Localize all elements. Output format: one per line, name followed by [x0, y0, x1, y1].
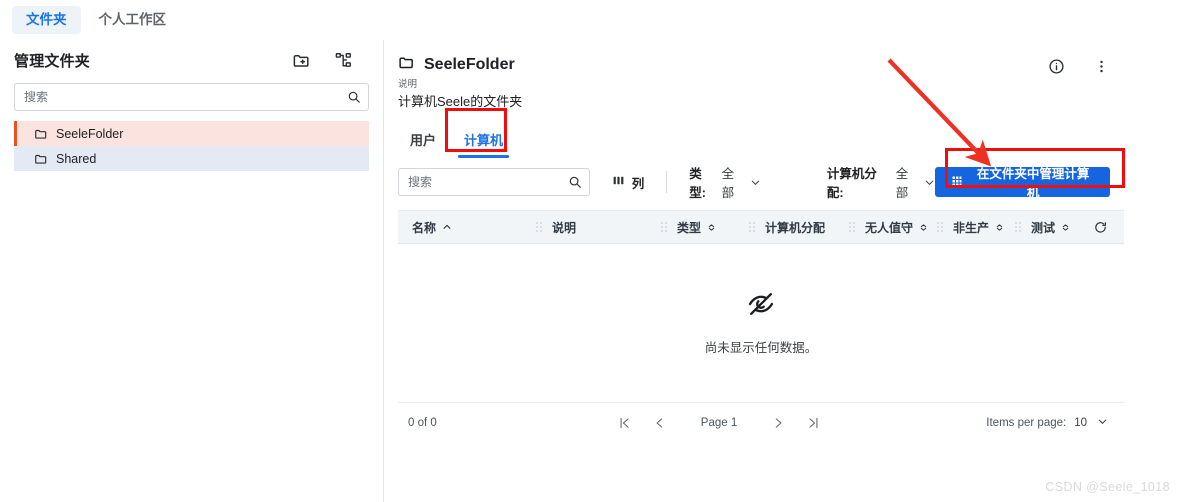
sort-toggle-icon — [995, 222, 1004, 233]
manage-computers-in-folder-button[interactable]: 在文件夹中管理计算机 — [935, 167, 1110, 197]
main-header-actions — [1048, 54, 1184, 80]
filter-assignment-value: 全部 — [896, 163, 920, 201]
description-label: 说明 — [398, 80, 1048, 90]
sort-ascending-icon — [442, 222, 452, 232]
sidebar-title: 管理文件夹 — [14, 50, 90, 71]
chevron-down-icon — [924, 177, 935, 188]
folder-hierarchy-icon[interactable] — [333, 51, 353, 71]
sidebar-item-label: Shared — [56, 152, 96, 166]
pagination-page-label: Page 1 — [701, 417, 737, 429]
sidebar-search — [14, 83, 369, 111]
sort-toggle-icon — [919, 222, 928, 233]
main-panel: SeeleFolder 说明 计算机Seele的文件夹 用户 — [384, 40, 1184, 502]
csdn-watermark: CSDN @Seele_1018 — [1045, 480, 1170, 494]
column-header-label: 计算机分配 — [765, 219, 825, 236]
description-value: 计算机Seele的文件夹 — [398, 91, 1048, 110]
column-header-label: 名称 — [412, 219, 436, 236]
column-drag-handle[interactable] — [749, 222, 755, 232]
sidebar-item-label: SeeleFolder — [56, 127, 123, 141]
last-page-icon[interactable] — [799, 408, 829, 438]
table-header-row: 名称 说明 类型 计 — [398, 211, 1124, 244]
column-drag-handle[interactable] — [937, 222, 943, 232]
sort-toggle-icon — [1061, 222, 1070, 233]
column-drag-handle[interactable] — [661, 222, 667, 232]
manage-computers-button-label: 在文件夹中管理计算机 — [972, 163, 1094, 201]
sidebar: 管理文件夹 — [0, 40, 383, 502]
top-tab-personal-workspace[interactable]: 个人工作区 — [85, 6, 181, 34]
sidebar-item-seelefolder[interactable]: SeeleFolder — [14, 121, 369, 146]
folder-tree: SeeleFolder Shared — [14, 121, 369, 171]
app-root: 文件夹 个人工作区 管理文件夹 — [0, 0, 1184, 502]
empty-state-message: 尚未显示任何数据。 — [705, 337, 818, 356]
items-per-page-label: Items per page: — [986, 417, 1066, 429]
filter-computer-assignment[interactable]: 计算机分配: 全部 — [827, 163, 935, 201]
table-empty-state: 尚未显示任何数据。 — [398, 244, 1124, 402]
chevron-down-icon — [1097, 416, 1108, 430]
sidebar-item-shared[interactable]: Shared — [14, 146, 369, 171]
computers-table: 名称 说明 类型 计 — [398, 210, 1124, 442]
sort-toggle-icon — [707, 222, 716, 233]
info-icon[interactable] — [1048, 58, 1065, 80]
eye-off-icon — [747, 290, 775, 323]
tab-users[interactable]: 用户 — [398, 124, 448, 158]
filter-type-key: 类型: — [689, 163, 717, 201]
column-header-label: 非生产 — [953, 219, 989, 236]
column-drag-handle[interactable] — [1015, 222, 1021, 232]
sidebar-header: 管理文件夹 — [0, 40, 383, 79]
main-header-info: SeeleFolder 说明 计算机Seele的文件夹 — [398, 54, 1048, 110]
column-header-label: 无人值守 — [865, 219, 913, 236]
column-header-name[interactable]: 名称 — [398, 211, 530, 243]
columns-icon — [612, 174, 625, 190]
pagination-count: 0 of 0 — [408, 417, 437, 429]
sidebar-actions — [291, 51, 367, 71]
main-header: SeeleFolder 说明 计算机Seele的文件夹 — [398, 54, 1184, 110]
filter-type[interactable]: 类型: 全部 — [689, 163, 761, 201]
items-per-page: Items per page: 10 — [986, 416, 1108, 430]
columns-button[interactable]: 列 — [612, 173, 645, 192]
column-header-unattended[interactable]: 无人值守 — [843, 211, 931, 243]
column-header-computer-assignment[interactable]: 计算机分配 — [743, 211, 843, 243]
top-tab-folders[interactable]: 文件夹 — [12, 6, 81, 34]
sidebar-search-input[interactable] — [14, 83, 369, 111]
folder-icon — [34, 127, 48, 141]
column-header-test[interactable]: 测试 — [1009, 211, 1079, 243]
column-header-type[interactable]: 类型 — [655, 211, 743, 243]
page-title: SeeleFolder — [398, 54, 1048, 76]
top-tab-bar: 文件夹 个人工作区 — [0, 0, 1184, 40]
column-header-label: 说明 — [552, 219, 576, 236]
next-page-icon[interactable] — [763, 408, 793, 438]
content-tabs: 用户 计算机 — [398, 122, 1184, 158]
column-drag-handle[interactable] — [536, 222, 542, 232]
columns-button-label: 列 — [632, 173, 645, 192]
filter-assignment-key: 计算机分配: — [827, 163, 892, 201]
column-header-label: 测试 — [1031, 219, 1055, 236]
table-search — [398, 168, 590, 196]
grid-apps-icon — [951, 175, 963, 190]
column-header-label: 类型 — [677, 219, 701, 236]
first-page-icon[interactable] — [609, 408, 639, 438]
chevron-down-icon — [750, 177, 761, 188]
refresh-icon[interactable] — [1093, 220, 1108, 235]
column-drag-handle[interactable] — [849, 222, 855, 232]
filter-type-value: 全部 — [722, 163, 746, 201]
pagination-controls: Page 1 — [609, 408, 829, 438]
create-folder-icon[interactable] — [291, 51, 311, 71]
toolbar-divider — [666, 171, 667, 193]
items-per-page-select[interactable]: 10 — [1074, 416, 1108, 430]
page-title-text: SeeleFolder — [424, 56, 515, 74]
tab-computers[interactable]: 计算机 — [452, 124, 515, 158]
folder-icon — [398, 54, 415, 76]
items-per-page-value: 10 — [1074, 417, 1087, 429]
column-header-description[interactable]: 说明 — [530, 211, 655, 243]
column-header-nonproduction[interactable]: 非生产 — [931, 211, 1009, 243]
table-pagination: 0 of 0 Page 1 — [398, 402, 1124, 442]
table-search-input[interactable] — [398, 168, 590, 196]
table-toolbar: 列 类型: 全部 计算机分配: 全部 — [398, 166, 1184, 198]
previous-page-icon[interactable] — [645, 408, 675, 438]
more-vertical-icon[interactable] — [1093, 58, 1110, 80]
folder-icon — [34, 152, 48, 166]
